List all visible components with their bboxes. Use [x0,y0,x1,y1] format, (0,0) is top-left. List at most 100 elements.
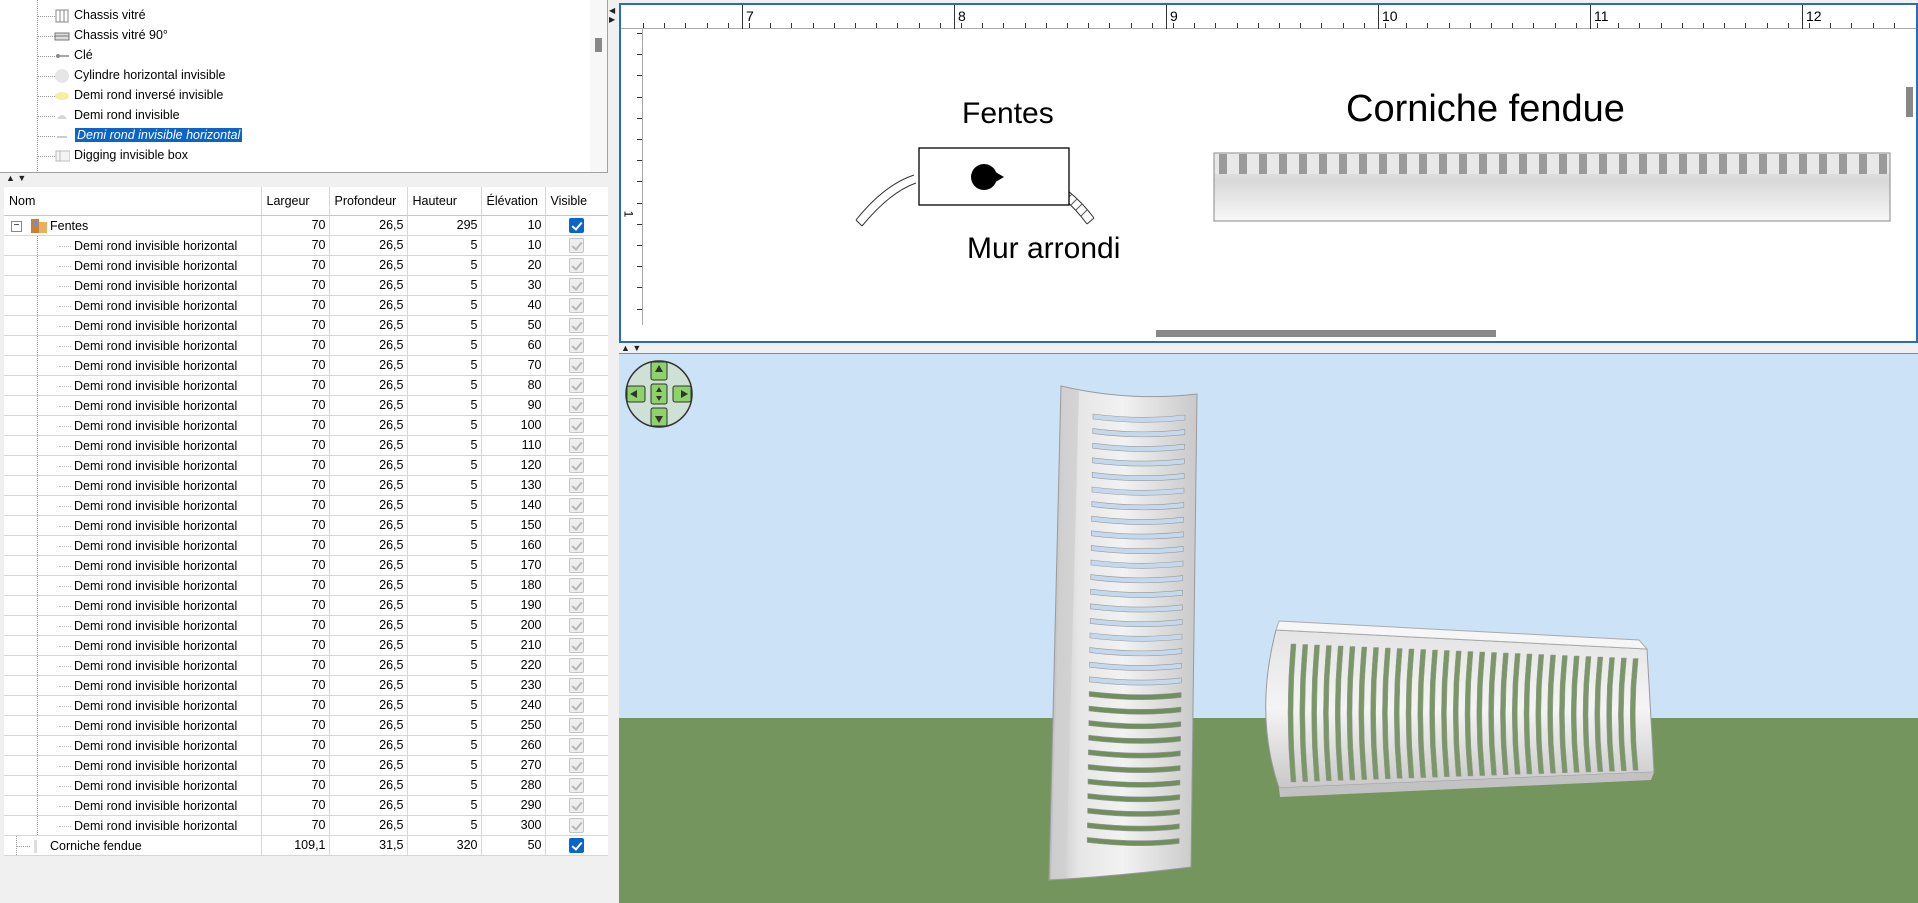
table-row[interactable]: Demi rond invisible horizontal 70 26,5 5 70 [4,355,609,376]
visible-checkbox[interactable] [569,677,584,693]
cell-height[interactable]: 5 [407,235,482,256]
table-row[interactable]: Demi rond invisible horizontal 70 26,5 5 90 [4,395,609,416]
cell-elevation[interactable]: 80 [481,375,546,396]
cell-height[interactable]: 5 [407,675,482,696]
visible-checkbox[interactable] [569,377,584,393]
scroll-thumb[interactable] [595,38,602,52]
cell-width[interactable]: 70 [261,415,330,436]
scroll-thumb[interactable] [1906,87,1913,117]
cell-depth[interactable]: 26,5 [329,675,408,696]
table-row[interactable]: Demi rond invisible horizontal 70 26,5 5 220 [4,655,609,676]
cell-height[interactable]: 5 [407,455,482,476]
cell-width[interactable]: 70 [261,255,330,276]
visible-checkbox[interactable] [569,797,584,813]
table-row[interactable]: Demi rond invisible horizontal 70 26,5 5 230 [4,675,609,696]
column-elevation[interactable]: Élévation [481,187,546,216]
cell-depth[interactable]: 26,5 [329,715,408,736]
cell-depth[interactable]: 26,5 [329,635,408,656]
visible-checkbox[interactable] [569,357,584,373]
table-row-group[interactable]: − Fentes 70 26,5 295 10 [4,215,609,236]
cell-width[interactable]: 70 [261,435,330,456]
table-row[interactable]: Demi rond invisible horizontal 70 26,5 5 200 [4,615,609,636]
cell-depth[interactable]: 26,5 [329,535,408,556]
cell-elevation[interactable]: 90 [481,395,546,416]
table-row[interactable]: Demi rond invisible horizontal 70 26,5 5 280 [4,775,609,796]
catalog-scrollbar[interactable] [590,0,607,172]
cell-elevation[interactable]: 60 [481,335,546,356]
cell-depth[interactable]: 26,5 [329,335,408,356]
cell-elevation[interactable]: 270 [481,755,546,776]
collapse-icon[interactable]: − [11,220,22,232]
table-row[interactable]: Demi rond invisible horizontal 70 26,5 5 130 [4,475,609,496]
cell-width[interactable]: 70 [261,455,330,476]
cell-depth[interactable]: 31,5 [329,835,408,856]
table-row[interactable]: Demi rond invisible horizontal 70 26,5 5 170 [4,555,609,576]
column-width[interactable]: Largeur [261,187,330,216]
column-height[interactable]: Hauteur [407,187,482,216]
scroll-thumb[interactable] [1156,330,1496,337]
cell-width[interactable]: 70 [261,495,330,516]
cell-height[interactable]: 5 [407,755,482,776]
cell-elevation[interactable]: 290 [481,795,546,816]
visible-checkbox[interactable] [569,397,584,413]
cell-elevation[interactable]: 220 [481,655,546,676]
table-row[interactable]: Demi rond invisible horizontal 70 26,5 5 240 [4,695,609,716]
cell-elevation[interactable]: 120 [481,455,546,476]
catalog-item[interactable]: Clé [0,46,590,66]
corniche-3d-object[interactable] [1265,620,1655,797]
visible-checkbox[interactable] [569,657,584,673]
cell-elevation[interactable]: 100 [481,415,546,436]
table-row[interactable]: Demi rond invisible horizontal 70 26,5 5 300 [4,815,609,836]
cell-elevation[interactable]: 30 [481,275,546,296]
cell-depth[interactable]: 26,5 [329,495,408,516]
visible-checkbox[interactable] [569,517,584,533]
cell-height[interactable]: 5 [407,595,482,616]
catalog-item[interactable]: Chassis vitré 90° [0,26,590,46]
table-row[interactable]: Demi rond invisible horizontal 70 26,5 5 30 [4,275,609,296]
table-row[interactable]: Demi rond invisible horizontal 70 26,5 5 250 [4,715,609,736]
cell-width[interactable]: 70 [261,575,330,596]
cell-width[interactable]: 70 [261,375,330,396]
view-splitter[interactable]: ▲ ▼ [619,343,1918,353]
cell-width[interactable]: 70 [261,635,330,656]
cell-depth[interactable]: 26,5 [329,555,408,576]
cell-height[interactable]: 5 [407,495,482,516]
cell-height[interactable]: 5 [407,555,482,576]
visible-checkbox[interactable] [569,457,584,473]
plan-view[interactable]: 7 8 9 10 11 12 1 Fentes Mur arrondi Corn… [619,3,1918,343]
cell-width[interactable]: 70 [261,355,330,376]
cell-elevation[interactable]: 140 [481,495,546,516]
cell-elevation[interactable]: 200 [481,615,546,636]
splitter-arrows-icon[interactable]: ▲ ▼ [621,344,641,353]
table-row[interactable]: Demi rond invisible horizontal 70 26,5 5 120 [4,455,609,476]
cell-height[interactable]: 5 [407,355,482,376]
cell-depth[interactable]: 26,5 [329,575,408,596]
cell-elevation[interactable]: 170 [481,555,546,576]
cell-elevation[interactable]: 160 [481,535,546,556]
column-depth[interactable]: Profondeur [329,187,408,216]
cell-width[interactable]: 70 [261,655,330,676]
cell-width[interactable]: 70 [261,715,330,736]
catalog-item[interactable]: Cylindre horizontal invisible [0,66,590,86]
cell-width[interactable]: 70 [261,295,330,316]
cell-height[interactable]: 5 [407,515,482,536]
cell-width[interactable]: 70 [261,775,330,796]
plan-vertical-scrollbar[interactable] [1902,29,1916,325]
column-name[interactable]: Nom [4,187,262,216]
table-row[interactable]: Demi rond invisible horizontal 70 26,5 5 50 [4,315,609,336]
cell-width[interactable]: 70 [261,235,330,256]
cell-width[interactable]: 70 [261,595,330,616]
plan-label-mur-arrondi[interactable]: Mur arrondi [967,232,1120,266]
cell-height[interactable]: 5 [407,695,482,716]
plan-label-corniche[interactable]: Corniche fendue [1346,88,1625,131]
cell-height[interactable]: 5 [407,655,482,676]
cell-elevation[interactable]: 280 [481,775,546,796]
cell-depth[interactable]: 26,5 [329,215,408,236]
cell-depth[interactable]: 26,5 [329,235,408,256]
table-row[interactable]: Demi rond invisible horizontal 70 26,5 5 10 [4,235,609,256]
cell-width[interactable]: 70 [261,755,330,776]
visible-checkbox[interactable] [569,217,584,233]
plan-label-fentes[interactable]: Fentes [962,97,1054,131]
cell-height[interactable]: 5 [407,775,482,796]
3d-view[interactable] [619,353,1918,903]
